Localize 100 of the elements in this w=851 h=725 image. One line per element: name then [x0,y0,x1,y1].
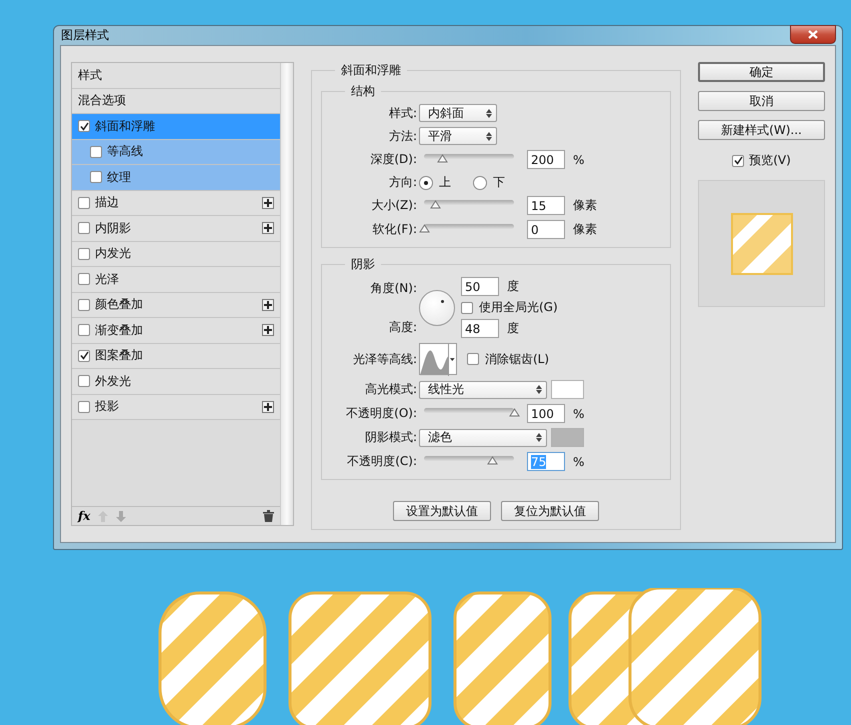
default-button[interactable]: 设置为默认值 [393,501,491,521]
updown-arrows-icon [536,385,542,394]
close-button[interactable] [790,24,836,44]
checkbox[interactable] [78,196,90,209]
slider-thumb[interactable] [430,200,441,209]
delete-button[interactable] [263,510,274,522]
checkbox[interactable] [78,375,90,388]
checkbox[interactable] [78,222,90,234]
field-label: 大小(Z): [370,197,417,214]
slider-thumb[interactable] [509,408,520,417]
color-swatch[interactable] [551,380,584,399]
unit-label: % [573,454,584,468]
field-label: 方向: [388,174,417,191]
style-list-item[interactable]: 图案叠加 [72,344,280,369]
fx-button[interactable]: fx [78,509,90,523]
default-button[interactable]: 复位为默认值 [501,501,599,521]
group-title: 阴影 [350,256,376,273]
caret-icon [448,344,456,376]
trash-icon [263,510,274,522]
style-list-item[interactable]: 等高线 [72,140,280,165]
checkbox[interactable] [90,146,102,158]
updown-arrows-icon [486,132,492,140]
close-icon [808,30,818,38]
checkbox[interactable] [78,400,90,413]
selected-text: 75 [531,454,546,468]
checkbox[interactable] [461,302,473,314]
field-label: 光泽等高线: [352,350,417,368]
group-title: 结构 [350,83,376,100]
dialog-button[interactable]: 取消 [698,91,825,111]
style-list-item[interactable]: 内发光 [72,242,280,267]
dialog-button[interactable]: 确定 [698,62,825,82]
move-down-button[interactable] [116,510,126,522]
number-field[interactable]: 0 [527,220,565,239]
contour-picker[interactable] [419,343,457,375]
style-list-item[interactable]: 描边 [72,190,280,216]
style-list-item[interactable]: 投影 [72,394,280,420]
checkbox-label: 消除锯齿(L) [485,350,550,368]
dropdown[interactable]: 线性光 [419,380,547,398]
dropdown[interactable]: 滤色 [419,428,547,446]
checkbox[interactable] [467,353,479,365]
slider-thumb[interactable] [419,224,430,233]
add-button[interactable] [262,222,274,234]
checkbox[interactable] [90,171,102,184]
number-field[interactable]: 200 [527,150,565,169]
field-label: 样式: [388,104,417,122]
preview-swatch-drawing [730,212,792,274]
field-label: 不透明度(C): [346,453,417,470]
checkbox-label: 使用全局光(G) [479,299,558,316]
style-list-item[interactable]: 样式 [72,63,280,88]
angle-dial[interactable] [419,290,455,326]
checkbox[interactable] [732,154,744,166]
slider-thumb[interactable] [437,154,448,163]
unit-label: 度 [507,320,519,337]
unit-label: 像素 [573,197,597,214]
add-button[interactable] [262,298,274,311]
dialog-button[interactable]: 新建样式(W)... [698,120,825,140]
add-button[interactable] [262,400,274,413]
style-list-item[interactable]: 纹理 [72,165,280,190]
unit-label: 像素 [573,221,597,238]
field-label: 方法: [388,128,417,144]
field-label: 软化(F): [372,221,417,238]
number-field[interactable]: 50 [461,277,499,296]
unit-label: % [573,152,584,166]
radio-label: 上 [439,174,451,191]
checkbox-label: 预览(V) [749,152,791,169]
checkbox[interactable] [78,273,90,286]
checkbox[interactable] [78,324,90,336]
unit-label: % [573,406,584,420]
updown-arrows-icon [536,433,542,442]
checkbox[interactable] [78,298,90,311]
field-label: 深度(D): [369,151,417,168]
add-button[interactable] [262,324,274,336]
style-list-item[interactable]: 光泽 [72,267,280,292]
number-field[interactable]: 48 [461,319,499,338]
arrow-down-icon [116,510,126,522]
add-button[interactable] [262,196,274,209]
field-label: 高度: [388,318,417,336]
style-list-item[interactable]: 颜色叠加 [72,292,280,318]
checkbox[interactable] [78,120,90,132]
number-field[interactable]: 15 [527,196,565,215]
style-list-item[interactable]: 斜面和浮雕 [72,114,280,140]
radio-button[interactable] [473,176,487,190]
field-label: 阴影模式: [364,429,417,446]
field-label: 高光模式: [364,381,417,398]
style-list-item[interactable]: 渐变叠加 [72,318,280,344]
checkbox[interactable] [78,350,90,362]
dropdown[interactable]: 平滑 [419,127,497,145]
style-list-item[interactable]: 内阴影 [72,216,280,242]
window-title: 图层样式 [60,27,109,44]
number-field[interactable]: 100 [527,404,565,423]
dropdown[interactable]: 内斜面 [419,104,497,122]
unit-label: 度 [507,278,519,295]
slider-thumb[interactable] [486,456,498,465]
style-list-item[interactable]: 外发光 [72,369,280,394]
color-swatch[interactable] [551,428,584,447]
checkbox[interactable] [78,248,90,260]
arrow-up-icon [98,510,108,522]
style-list-item[interactable]: 混合选项 [72,88,280,114]
radio-button[interactable] [419,176,433,190]
scrollbar[interactable] [280,63,293,525]
